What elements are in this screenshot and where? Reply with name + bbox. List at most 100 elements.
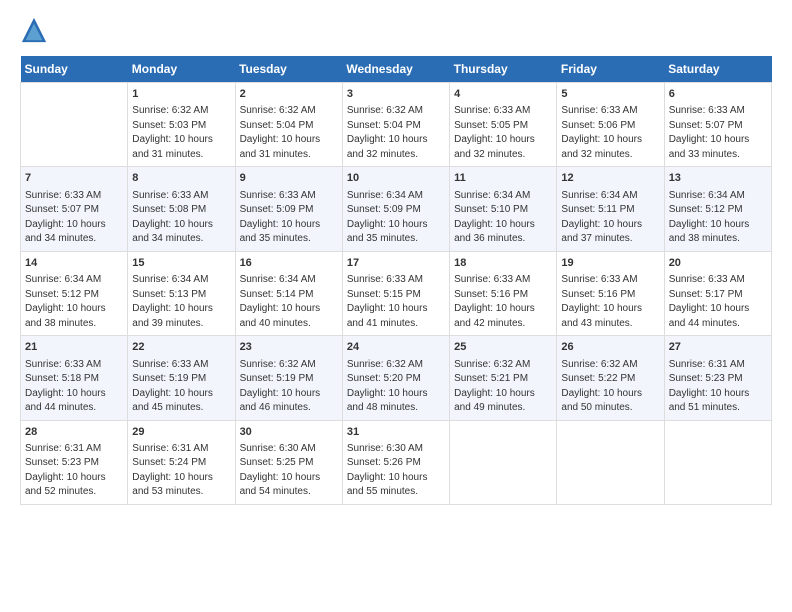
logo bbox=[20, 18, 50, 46]
day-info: Sunrise: 6:33 AM Sunset: 5:17 PM Dayligh… bbox=[669, 273, 767, 331]
calendar-cell: 26Sunrise: 6:32 AM Sunset: 5:22 PM Dayli… bbox=[557, 336, 664, 420]
calendar-cell: 18Sunrise: 6:33 AM Sunset: 5:16 PM Dayli… bbox=[450, 251, 557, 335]
day-info: Sunrise: 6:33 AM Sunset: 5:07 PM Dayligh… bbox=[25, 189, 123, 247]
day-number: 31 bbox=[347, 425, 445, 440]
day-number: 1 bbox=[132, 87, 230, 102]
day-number: 8 bbox=[132, 171, 230, 186]
day-number: 23 bbox=[240, 340, 338, 355]
day-number: 16 bbox=[240, 256, 338, 271]
calendar-table: SundayMondayTuesdayWednesdayThursdayFrid… bbox=[20, 56, 772, 505]
calendar-cell: 9 Sunrise: 6:33 AM Sunset: 5:09 PM Daylig… bbox=[235, 167, 342, 251]
calendar-cell: 8 Sunrise: 6:33 AM Sunset: 5:08 PM Daylig… bbox=[128, 167, 235, 251]
day-info: Sunrise: 6:33 AM Sunset: 5:07 PM Dayligh… bbox=[669, 104, 767, 162]
calendar-cell: 17 Sunrise: 6:33 AM Sunset: 5:15 PM Dayli… bbox=[342, 251, 449, 335]
week-row-4: 21 Sunrise: 6:33 AM Sunset: 5:18 PM Dayli… bbox=[21, 336, 772, 420]
calendar-cell: 1 Sunrise: 6:32 AM Sunset: 5:03 PM Daylig… bbox=[128, 83, 235, 167]
calendar-cell: 25Sunrise: 6:32 AM Sunset: 5:21 PM Dayli… bbox=[450, 336, 557, 420]
day-info: Sunrise: 6:33 AM Sunset: 5:05 PM Dayligh… bbox=[454, 104, 552, 162]
calendar-cell: 15 Sunrise: 6:34 AM Sunset: 5:13 PM Dayli… bbox=[128, 251, 235, 335]
calendar-cell: 14 Sunrise: 6:34 AM Sunset: 5:12 PM Dayli… bbox=[21, 251, 128, 335]
calendar-cell: 13Sunrise: 6:34 AM Sunset: 5:12 PM Dayli… bbox=[664, 167, 771, 251]
header-row: SundayMondayTuesdayWednesdayThursdayFrid… bbox=[21, 56, 772, 83]
calendar-cell bbox=[664, 420, 771, 504]
day-number: 5 bbox=[561, 87, 659, 102]
day-info: Sunrise: 6:34 AM Sunset: 5:09 PM Dayligh… bbox=[347, 189, 445, 247]
day-info: Sunrise: 6:34 AM Sunset: 5:13 PM Dayligh… bbox=[132, 273, 230, 331]
page: SundayMondayTuesdayWednesdayThursdayFrid… bbox=[0, 0, 792, 515]
calendar-cell: 12Sunrise: 6:34 AM Sunset: 5:11 PM Dayli… bbox=[557, 167, 664, 251]
day-info: Sunrise: 6:33 AM Sunset: 5:08 PM Dayligh… bbox=[132, 189, 230, 247]
day-number: 29 bbox=[132, 425, 230, 440]
col-header-monday: Monday bbox=[128, 56, 235, 83]
calendar-cell: 5 Sunrise: 6:33 AM Sunset: 5:06 PM Daylig… bbox=[557, 83, 664, 167]
day-info: Sunrise: 6:30 AM Sunset: 5:26 PM Dayligh… bbox=[347, 442, 445, 500]
col-header-tuesday: Tuesday bbox=[235, 56, 342, 83]
day-info: Sunrise: 6:33 AM Sunset: 5:15 PM Dayligh… bbox=[347, 273, 445, 331]
day-info: Sunrise: 6:32 AM Sunset: 5:03 PM Dayligh… bbox=[132, 104, 230, 162]
calendar-cell: 10 Sunrise: 6:34 AM Sunset: 5:09 PM Dayli… bbox=[342, 167, 449, 251]
day-number: 7 bbox=[25, 171, 123, 186]
day-info: Sunrise: 6:32 AM Sunset: 5:04 PM Dayligh… bbox=[347, 104, 445, 162]
calendar-cell: 20 Sunrise: 6:33 AM Sunset: 5:17 PM Dayli… bbox=[664, 251, 771, 335]
calendar-cell: 11 Sunrise: 6:34 AM Sunset: 5:10 PM Dayli… bbox=[450, 167, 557, 251]
calendar-cell bbox=[21, 83, 128, 167]
day-info: Sunrise: 6:34 AM Sunset: 5:12 PM Dayligh… bbox=[25, 273, 123, 331]
day-number: 25 bbox=[454, 340, 552, 355]
day-info: Sunrise: 6:30 AM Sunset: 5:25 PM Dayligh… bbox=[240, 442, 338, 500]
calendar-cell: 16 Sunrise: 6:34 AM Sunset: 5:14 PM Dayli… bbox=[235, 251, 342, 335]
calendar-cell: 7 Sunrise: 6:33 AM Sunset: 5:07 PM Daylig… bbox=[21, 167, 128, 251]
day-number: 22 bbox=[132, 340, 230, 355]
col-header-sunday: Sunday bbox=[21, 56, 128, 83]
day-number: 26 bbox=[561, 340, 659, 355]
calendar-cell: 30 Sunrise: 6:30 AM Sunset: 5:25 PM Dayli… bbox=[235, 420, 342, 504]
col-header-thursday: Thursday bbox=[450, 56, 557, 83]
logo-icon bbox=[20, 16, 48, 44]
calendar-cell: 22 Sunrise: 6:33 AM Sunset: 5:19 PM Dayli… bbox=[128, 336, 235, 420]
day-number: 28 bbox=[25, 425, 123, 440]
day-info: Sunrise: 6:32 AM Sunset: 5:19 PM Dayligh… bbox=[240, 358, 338, 416]
day-info: Sunrise: 6:33 AM Sunset: 5:16 PM Dayligh… bbox=[454, 273, 552, 331]
day-number: 15 bbox=[132, 256, 230, 271]
day-info: Sunrise: 6:34 AM Sunset: 5:14 PM Dayligh… bbox=[240, 273, 338, 331]
day-info: Sunrise: 6:34 AM Sunset: 5:12 PM Dayligh… bbox=[669, 189, 767, 247]
calendar-cell: 28 Sunrise: 6:31 AM Sunset: 5:23 PM Dayli… bbox=[21, 420, 128, 504]
calendar-cell: 23 Sunrise: 6:32 AM Sunset: 5:19 PM Dayli… bbox=[235, 336, 342, 420]
day-number: 10 bbox=[347, 171, 445, 186]
day-info: Sunrise: 6:31 AM Sunset: 5:23 PM Dayligh… bbox=[25, 442, 123, 500]
day-info: Sunrise: 6:33 AM Sunset: 5:18 PM Dayligh… bbox=[25, 358, 123, 416]
day-number: 20 bbox=[669, 256, 767, 271]
header bbox=[20, 18, 772, 46]
col-header-friday: Friday bbox=[557, 56, 664, 83]
day-info: Sunrise: 6:33 AM Sunset: 5:16 PM Dayligh… bbox=[561, 273, 659, 331]
day-number: 17 bbox=[347, 256, 445, 271]
day-info: Sunrise: 6:31 AM Sunset: 5:23 PM Dayligh… bbox=[669, 358, 767, 416]
day-number: 30 bbox=[240, 425, 338, 440]
day-info: Sunrise: 6:32 AM Sunset: 5:04 PM Dayligh… bbox=[240, 104, 338, 162]
day-info: Sunrise: 6:34 AM Sunset: 5:11 PM Dayligh… bbox=[561, 189, 659, 247]
day-number: 4 bbox=[454, 87, 552, 102]
calendar-cell: 19Sunrise: 6:33 AM Sunset: 5:16 PM Dayli… bbox=[557, 251, 664, 335]
day-info: Sunrise: 6:33 AM Sunset: 5:06 PM Dayligh… bbox=[561, 104, 659, 162]
day-number: 21 bbox=[25, 340, 123, 355]
calendar-cell bbox=[450, 420, 557, 504]
day-number: 11 bbox=[454, 171, 552, 186]
calendar-cell: 29 Sunrise: 6:31 AM Sunset: 5:24 PM Dayli… bbox=[128, 420, 235, 504]
calendar-cell: 31 Sunrise: 6:30 AM Sunset: 5:26 PM Dayli… bbox=[342, 420, 449, 504]
week-row-3: 14 Sunrise: 6:34 AM Sunset: 5:12 PM Dayli… bbox=[21, 251, 772, 335]
day-info: Sunrise: 6:31 AM Sunset: 5:24 PM Dayligh… bbox=[132, 442, 230, 500]
day-number: 9 bbox=[240, 171, 338, 186]
week-row-1: 1 Sunrise: 6:32 AM Sunset: 5:03 PM Daylig… bbox=[21, 83, 772, 167]
day-info: Sunrise: 6:33 AM Sunset: 5:09 PM Dayligh… bbox=[240, 189, 338, 247]
day-info: Sunrise: 6:33 AM Sunset: 5:19 PM Dayligh… bbox=[132, 358, 230, 416]
day-number: 14 bbox=[25, 256, 123, 271]
week-row-2: 7 Sunrise: 6:33 AM Sunset: 5:07 PM Daylig… bbox=[21, 167, 772, 251]
day-number: 3 bbox=[347, 87, 445, 102]
calendar-cell: 21 Sunrise: 6:33 AM Sunset: 5:18 PM Dayli… bbox=[21, 336, 128, 420]
day-number: 2 bbox=[240, 87, 338, 102]
calendar-cell: 27Sunrise: 6:31 AM Sunset: 5:23 PM Dayli… bbox=[664, 336, 771, 420]
calendar-cell: 6Sunrise: 6:33 AM Sunset: 5:07 PM Daylig… bbox=[664, 83, 771, 167]
day-number: 24 bbox=[347, 340, 445, 355]
day-info: Sunrise: 6:34 AM Sunset: 5:10 PM Dayligh… bbox=[454, 189, 552, 247]
calendar-cell: 4 Sunrise: 6:33 AM Sunset: 5:05 PM Daylig… bbox=[450, 83, 557, 167]
col-header-wednesday: Wednesday bbox=[342, 56, 449, 83]
